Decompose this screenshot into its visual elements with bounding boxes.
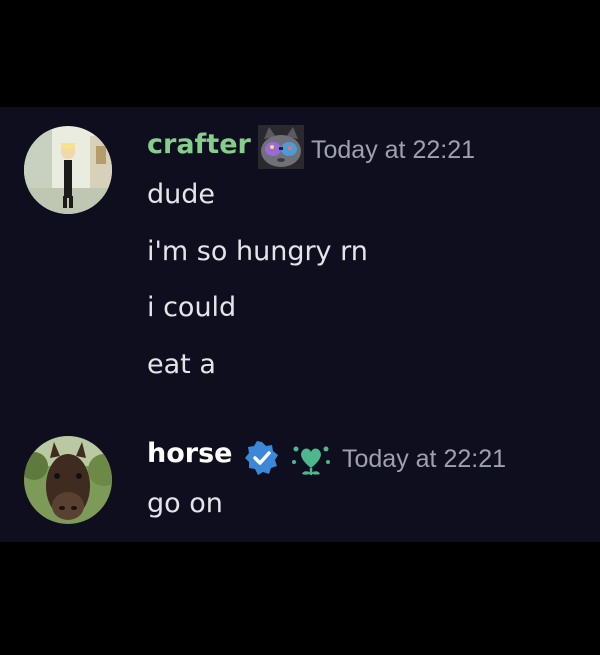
cat-with-sunglasses-icon[interactable] [258,125,304,169]
message-text: eat a [147,349,216,380]
message-text: go on [147,488,223,519]
username[interactable]: horse [147,438,232,469]
chat-area: crafter Today at 22:21 dude i'm so hungr… [0,107,600,542]
avatar[interactable] [24,126,112,214]
message-text: dude [147,179,216,210]
heart-flower-icon[interactable] [291,440,331,478]
message-text: i'm so hungry rn [147,236,368,267]
verified-check-icon[interactable] [245,441,279,475]
timestamp: Today at 22:21 [311,136,476,164]
avatar[interactable] [24,436,112,524]
timestamp: Today at 22:21 [342,445,507,473]
message-text: i could [147,292,237,323]
username[interactable]: crafter [147,129,251,160]
